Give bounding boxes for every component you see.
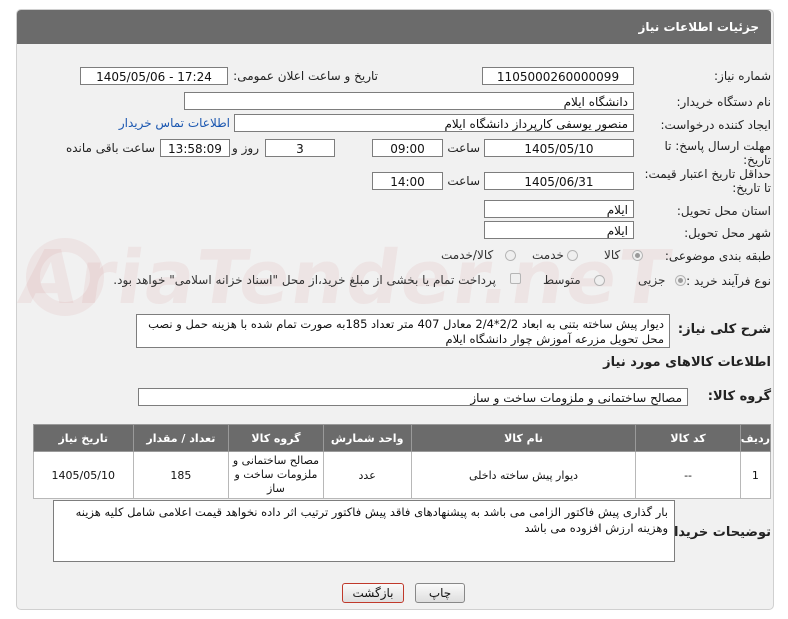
city-label: شهر محل تحویل: [684,226,771,240]
remaining-time-field: 13:58:09 [160,139,230,157]
deadline-label: مهلت ارسال پاسخ: تا تاریخ: [664,139,771,167]
announce-datetime-field: 1405/05/06 - 17:24 [80,67,228,85]
buyer-org-label: نام دستگاه خریدار: [676,95,772,109]
cell-quantity: 185 [132,451,230,499]
validity-date-field: 1405/06/31 [484,172,634,190]
cell-group: مصالح ساختمانی و ملزومات ساخت و ساز [228,451,324,499]
col-group: گروه کالا [228,424,324,452]
creator-field: منصور یوسفی کارپرداز دانشگاه ایلام [234,114,634,132]
category-label: طبقه بندی موضوعی: [664,249,771,263]
goods-table: ردیف کد کالا نام کالا واحد شمارش گروه کا… [33,424,772,499]
need-number-label: شماره نیاز: [714,69,771,83]
goods-group-field: مصالح ساختمانی و ملزومات ساخت و ساز [138,388,688,406]
cell-unit: عدد [322,451,412,499]
print-button[interactable]: چاپ [415,583,465,603]
category-radio-goods[interactable] [632,250,643,261]
category-option-goods: کالا [604,248,621,262]
page-title: جزئیات اطلاعات نیاز [638,20,759,34]
deadline-date-field: 1405/05/10 [484,139,634,157]
province-label: استان محل تحویل: [676,204,771,218]
col-name: نام کالا [410,424,637,452]
need-number-field: 1105000260000099 [482,67,634,85]
deadline-time-field: 09:00 [372,139,443,157]
cell-name: دیوار پیش ساخته داخلی [410,451,637,499]
province-field: ایلام [484,200,634,218]
buyer-notes-textarea[interactable]: بار گذاری پیش فاکتور الزامی می باشد به پ… [53,500,675,562]
contact-info-link[interactable]: اطلاعات تماس خریدار [119,116,230,130]
page-header: جزئیات اطلاعات نیاز [17,10,771,44]
buyer-notes-label: توضیحات خریدار: [661,525,771,540]
goods-group-label: گروه کالا: [707,389,771,404]
treasury-bonds-checkbox[interactable] [510,273,521,284]
process-option-minor: جزیی [638,273,666,287]
cell-code: -- [635,451,741,499]
process-option-medium: متوسط [543,273,581,287]
col-quantity: تعداد / مقدار [132,424,230,452]
remaining-time-label: ساعت باقی مانده [65,141,155,155]
goods-section-title: اطلاعات کالاهای مورد نیاز [603,355,771,370]
col-code: کد کالا [635,424,741,452]
category-option-goods-service: کالا/خدمت [441,248,494,262]
validity-time-label: ساعت [447,174,480,188]
col-row: ردیف [739,424,772,452]
category-radio-goods-service[interactable] [505,250,516,261]
creator-label: ایجاد کننده درخواست: [660,118,771,132]
goods-table-header: ردیف کد کالا نام کالا واحد شمارش گروه کا… [33,424,772,452]
description-label: شرح کلی نیاز: [677,322,771,337]
description-textarea[interactable]: دیوار پیش ساخته بتنی به ابعاد 2/2*2/4 مع… [136,314,670,348]
process-radio-minor[interactable] [675,275,686,286]
cell-row: 1 [739,451,772,499]
days-field: 3 [265,139,335,157]
col-unit: واحد شمارش [322,424,412,452]
process-radio-medium[interactable] [594,275,605,286]
days-label: روز و [232,141,259,155]
back-button[interactable]: بازگشت [342,583,404,603]
deadline-time-label: ساعت [447,141,480,155]
buyer-org-field: دانشگاه ایلام [184,92,634,110]
announce-datetime-label: تاریخ و ساعت اعلان عمومی: [233,69,378,83]
price-validity-label: حداقل تاریخ اعتبار قیمت: تا تاریخ: [644,167,771,195]
cell-need-date: 1405/05/10 [33,451,134,499]
validity-time-field: 14:00 [372,172,443,190]
process-type-label: نوع فرآیند خرید : [686,274,771,288]
col-need-date: تاریخ نیاز [33,424,134,452]
payment-note: پرداخت تمام یا بخشی از مبلغ خرید،از محل … [113,273,496,287]
city-field: ایلام [484,221,634,239]
category-radio-service[interactable] [567,250,578,261]
table-row: 1 -- دیوار پیش ساخته داخلی عدد مصالح ساخ… [33,451,772,499]
category-option-service: خدمت [532,248,564,262]
